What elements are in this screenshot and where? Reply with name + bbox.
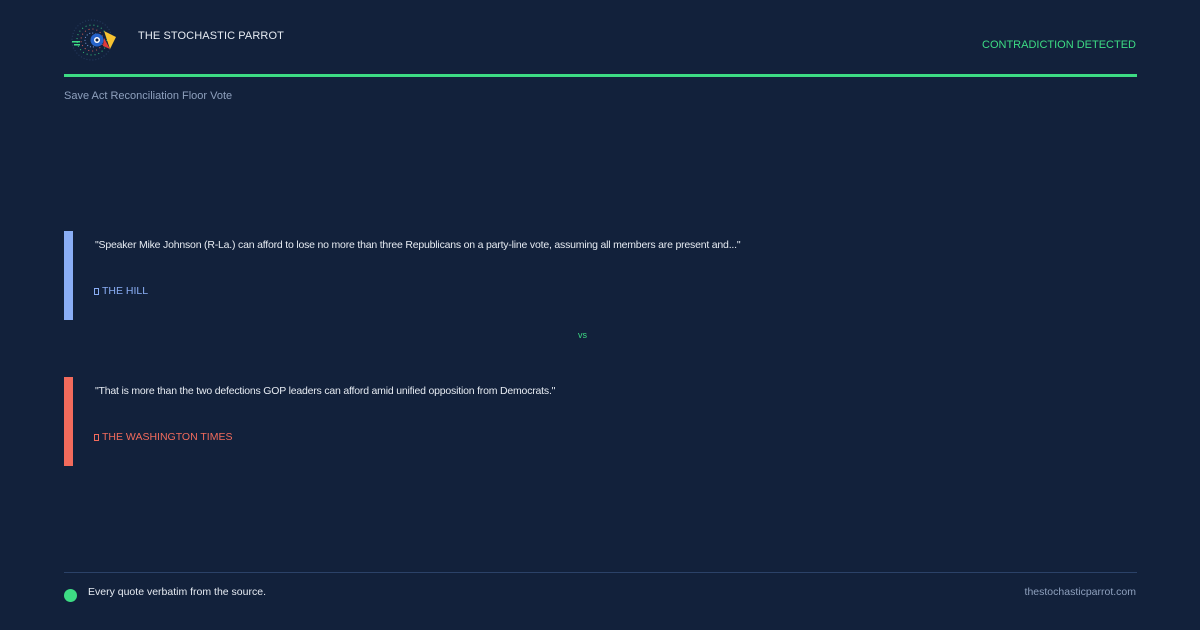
- parrot-logo-icon: [71, 19, 116, 61]
- quote-source: THE HILL: [94, 285, 148, 297]
- quote-source: THE WASHINGTON TIMES: [94, 431, 232, 443]
- footer-note: Every quote verbatim from the source.: [88, 586, 266, 598]
- quote-source-label: THE WASHINGTON TIMES: [102, 431, 233, 443]
- header-divider: [64, 74, 1137, 77]
- quote-accent-bar: [64, 231, 73, 320]
- vs-separator: vs: [578, 330, 587, 340]
- quote-card-the-hill: "Speaker Mike Johnson (R-La.) can afford…: [64, 231, 964, 320]
- source-icon: [94, 434, 99, 441]
- brand-name: THE STOCHASTIC PARROT: [138, 30, 284, 42]
- quote-text: "Speaker Mike Johnson (R-La.) can afford…: [95, 239, 741, 251]
- status-dot-icon: [64, 589, 77, 602]
- quote-card-washington-times: "That is more than the two defections GO…: [64, 377, 964, 466]
- logo: [70, 16, 120, 64]
- quote-source-label: THE HILL: [102, 285, 149, 297]
- source-icon: [94, 288, 99, 295]
- footer-divider: [64, 572, 1137, 573]
- status-badge: CONTRADICTION DETECTED: [982, 39, 1136, 51]
- quote-accent-bar: [64, 377, 73, 466]
- footer-url: thestochasticparrot.com: [1024, 586, 1136, 598]
- quote-text: "That is more than the two defections GO…: [95, 385, 556, 397]
- page-title: Save Act Reconciliation Floor Vote: [64, 90, 233, 102]
